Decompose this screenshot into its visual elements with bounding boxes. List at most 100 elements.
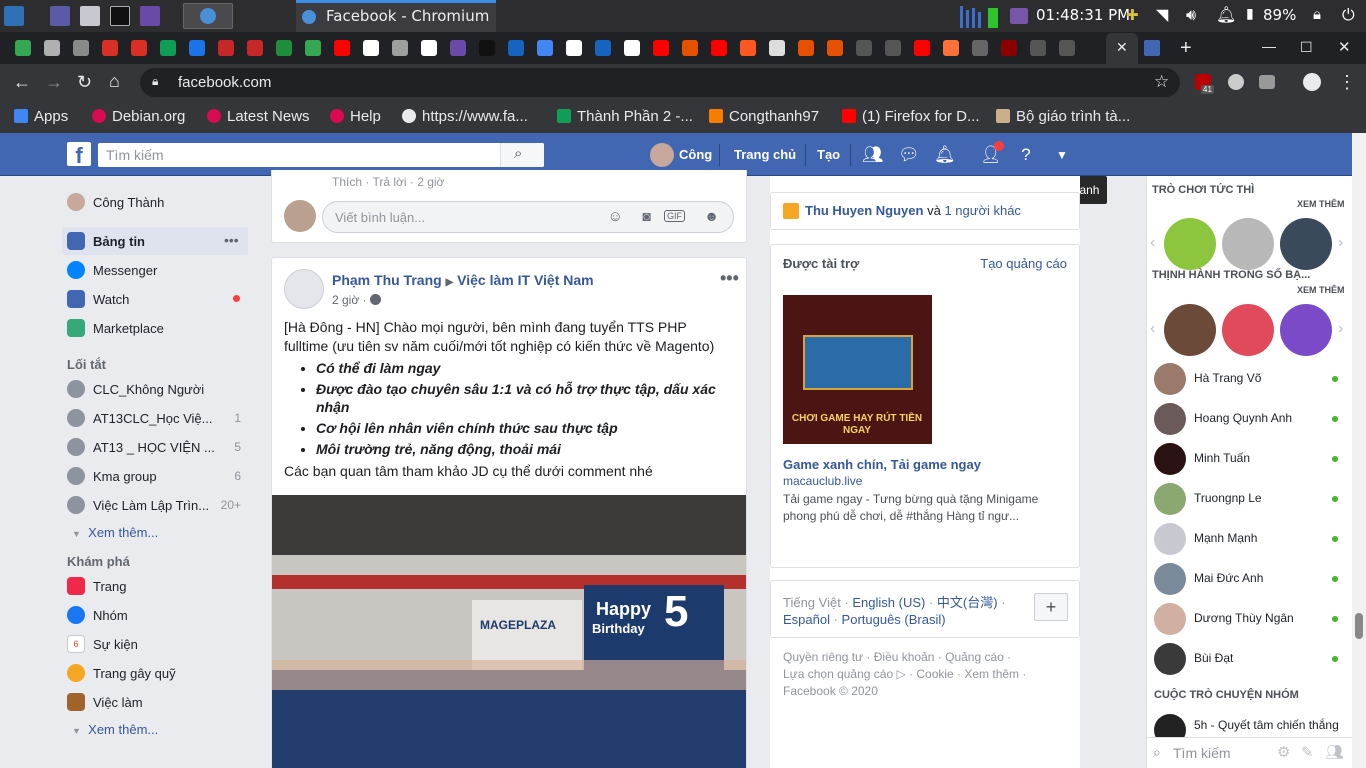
birthday-card[interactable]: Thu Huyen Nguyen và 1 người khác [770, 192, 1080, 230]
facebook-tab-icon[interactable] [1144, 40, 1160, 56]
bookmark-latest-news[interactable]: Latest News [207, 106, 310, 126]
sidebar-item-marketplace[interactable]: Marketplace [67, 315, 247, 341]
post-options-icon[interactable]: ••• [720, 268, 739, 289]
tab-favicon-icon[interactable] [1059, 40, 1075, 56]
tab-favicon-icon[interactable] [711, 40, 727, 56]
ad-domain[interactable]: macauclub.live [783, 474, 862, 488]
profile-shortcut[interactable]: Công Thành [67, 189, 247, 215]
tab-favicon-icon[interactable] [740, 40, 756, 56]
bookmark-sheet[interactable]: Thành Phần 2 -... [557, 106, 693, 126]
friend-requests-icon[interactable]: 👥︎ [862, 145, 884, 165]
tab-favicon-icon[interactable] [363, 40, 379, 56]
notifications-bell-icon[interactable]: 🔔︎ [1216, 5, 1236, 24]
tab-favicon-icon[interactable] [131, 40, 147, 56]
tab-favicon-icon[interactable] [1001, 40, 1017, 56]
bookmark-star-icon[interactable]: ☆ [1154, 72, 1169, 92]
bookmark-youtube-firefox[interactable]: (1) Firefox for D... [842, 106, 980, 126]
post-photo[interactable]: Happy Birthday 5 MAGEPLAZA [272, 495, 746, 768]
explore-item-events[interactable]: 6 Sự kiện [67, 631, 247, 657]
chat-contact[interactable]: Dương Thùy Ngân [1154, 603, 1344, 635]
screen-recorder-icon[interactable] [140, 6, 160, 26]
chat-contact[interactable]: Minh Tuấn [1154, 443, 1344, 475]
tab-favicon-icon[interactable] [44, 40, 60, 56]
chevron-right-icon[interactable]: › [1338, 320, 1343, 338]
home-link[interactable]: Trang chủ [734, 147, 796, 162]
chat-contact[interactable]: Bùi Đạt [1154, 643, 1344, 675]
tab-favicon-icon[interactable] [450, 40, 466, 56]
new-group-icon[interactable]: 👥︎ [1325, 743, 1344, 761]
tab-favicon-icon[interactable] [856, 40, 872, 56]
shortcut-item[interactable]: AT13 _ HỌC VIỆN ... 5 [67, 434, 247, 460]
back-button[interactable]: ← [13, 72, 31, 93]
chat-contact[interactable]: Mạnh Mạnh [1154, 523, 1344, 555]
profile-avatar-icon[interactable] [1303, 73, 1321, 91]
tab-favicon-icon[interactable] [160, 40, 176, 56]
explore-item-jobs[interactable]: Việc làm [67, 689, 247, 715]
search-button[interactable]: ⌕ [500, 143, 544, 167]
shortcut-item[interactable]: CLC_Không Người [67, 376, 247, 402]
window-title[interactable]: Facebook - Chromium [296, 0, 496, 32]
game-icon[interactable] [1222, 304, 1274, 356]
compose-icon[interactable]: ✎ [1301, 743, 1314, 761]
tab-favicon-icon[interactable] [624, 40, 640, 56]
clock[interactable]: 01:48:31 PM [1036, 6, 1130, 24]
chat-contact[interactable]: Truongnp Le [1154, 483, 1344, 515]
game-icon[interactable] [1222, 218, 1274, 270]
create-ad-link[interactable]: Tạo quảng cáo [980, 256, 1067, 271]
tab-favicon-icon[interactable] [653, 40, 669, 56]
tab-favicon-icon[interactable] [885, 40, 901, 56]
sidebar-item-messenger[interactable]: Messenger [67, 257, 247, 283]
chevron-right-icon[interactable]: › [1338, 234, 1343, 252]
tab-favicon-icon[interactable] [334, 40, 350, 56]
footer-line[interactable]: Lựa chọn quảng cáo ▷ · Cookie · Xem thêm… [783, 666, 1073, 683]
desktop-icon[interactable] [50, 6, 70, 26]
tab-favicon-icon[interactable] [276, 40, 292, 56]
facebook-search-input[interactable]: Tìm kiếm [98, 143, 544, 167]
ublock-extension-icon[interactable]: 41 [1195, 74, 1214, 94]
tab-favicon-icon[interactable] [15, 40, 31, 56]
tab-favicon-icon[interactable] [943, 40, 959, 56]
tab-favicon-icon[interactable] [1030, 40, 1046, 56]
create-link[interactable]: Tạo [817, 147, 840, 162]
birthday-others-link[interactable]: 1 người khác [944, 203, 1021, 218]
see-more-explore[interactable]: ▼ Xem thêm... [72, 722, 158, 737]
emoji-icon[interactable]: ☺ [608, 208, 623, 225]
sidebar-item-news-feed[interactable]: Bảng tin [67, 228, 247, 254]
tab-favicon-icon[interactable] [972, 40, 988, 56]
bookmark-debian[interactable]: Debian.org [92, 106, 185, 126]
tab-favicon-icon[interactable] [508, 40, 524, 56]
see-more-trending[interactable]: XEM THÊM [1297, 285, 1345, 295]
footer-line[interactable]: Quyền riêng tư · Điều khoản · Quảng cáo … [783, 649, 1073, 666]
chevron-left-icon[interactable]: ‹ [1150, 234, 1155, 252]
tab-favicon-icon[interactable] [73, 40, 89, 56]
tab-favicon-icon[interactable] [479, 40, 495, 56]
shortcut-item[interactable]: AT13CLC_Học Việ... 1 [67, 405, 247, 431]
reload-button[interactable]: ↻ [77, 72, 92, 93]
explore-item-groups[interactable]: Nhóm [67, 602, 247, 628]
gif-icon[interactable]: GIF [664, 210, 685, 222]
forward-button[interactable]: → [45, 72, 63, 93]
lock-icon[interactable]: 🔒︎ [1313, 5, 1321, 23]
tab-favicon-icon[interactable] [189, 40, 205, 56]
facebook-logo-icon[interactable]: f [67, 142, 91, 166]
chromium-task-button[interactable] [183, 3, 233, 29]
bookmark-facebook-url[interactable]: https://www.fa... [402, 106, 528, 126]
screen-share-icon[interactable] [1010, 8, 1028, 24]
page-scrollbar[interactable] [1352, 133, 1366, 768]
tab-favicon-icon[interactable] [537, 40, 553, 56]
app-tray-icon[interactable]: ✚ [1126, 6, 1139, 24]
group-link[interactable]: Việc làm IT Việt Nam [457, 272, 593, 288]
volume-icon[interactable]: 🔊︎ [1186, 5, 1196, 25]
tab-favicon-icon[interactable] [102, 40, 118, 56]
close-tab-icon[interactable]: ✕ [1116, 39, 1128, 56]
language-chinese[interactable]: 中文(台灣) [937, 595, 998, 610]
see-more-games[interactable]: XEM THÊM [1297, 199, 1345, 209]
new-tab-button[interactable]: + [1180, 37, 1192, 60]
chat-contact[interactable]: Mai Đức Anh [1154, 563, 1344, 595]
author-link[interactable]: Phạm Thu Trang [332, 272, 442, 288]
bookmark-blogger[interactable]: Congthanh97 [709, 106, 819, 126]
explore-item-fundraisers[interactable]: Trang gây quỹ [67, 660, 247, 686]
account-menu-icon[interactable]: ▼ [1052, 145, 1072, 165]
power-icon[interactable]: ⏻ [1342, 5, 1355, 25]
quick-help-icon[interactable]: ? [1016, 145, 1036, 165]
